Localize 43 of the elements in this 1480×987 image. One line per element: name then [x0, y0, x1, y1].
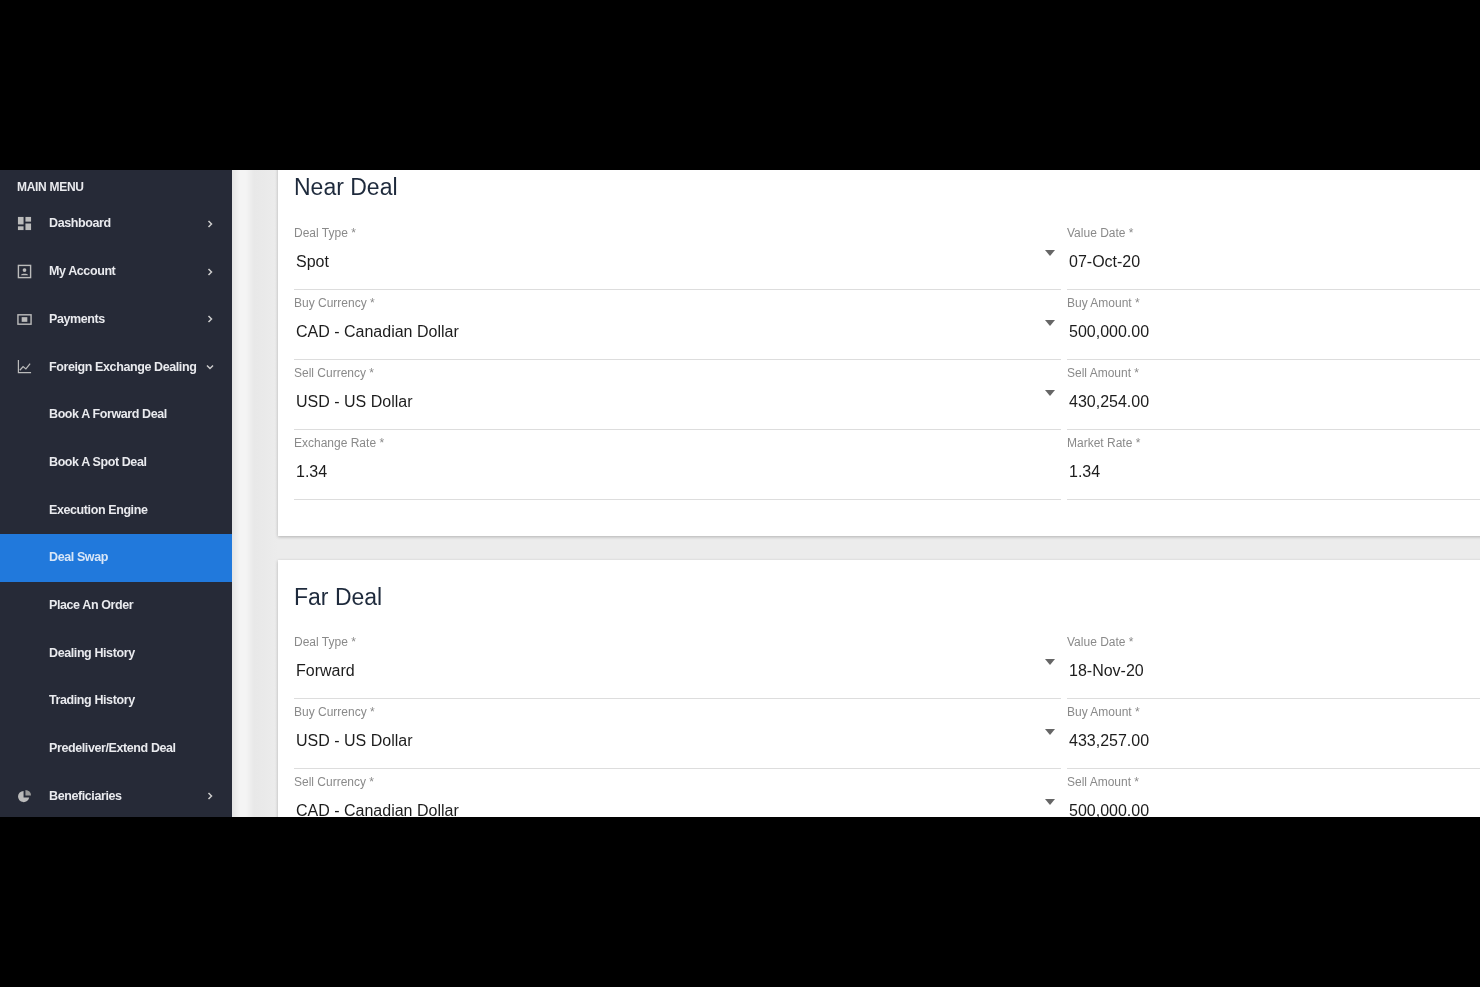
- banknote-icon: [17, 311, 32, 327]
- menu-heading: MAIN MENU: [16, 179, 85, 196]
- chevron-right-icon: [205, 314, 215, 325]
- input-field[interactable]: Buy Amount * 500,000.00: [1067, 289, 1480, 360]
- input-field[interactable]: Value Date * 18-Nov-20: [1067, 629, 1480, 700]
- dashboard-icon: [17, 216, 32, 232]
- sidebar-item[interactable]: My Account: [0, 247, 232, 296]
- input-field[interactable]: Market Rate * 1.34: [1067, 429, 1480, 500]
- caret-icon: [1045, 659, 1055, 666]
- sidebar-item[interactable]: Foreign Exchange Dealing: [0, 343, 232, 391]
- line-chart-icon: [17, 359, 32, 375]
- chevron-right-icon: [205, 218, 215, 229]
- sidebar-subitem[interactable]: Execution Engine: [0, 486, 232, 534]
- sidebar-subitem[interactable]: Dealing History: [0, 629, 232, 677]
- select-field[interactable]: Sell Currency * USD - US Dollar: [294, 359, 1061, 430]
- chevron-right-icon: [205, 266, 215, 277]
- sidebar-subitem[interactable]: Book A Forward Deal: [0, 390, 232, 439]
- sidebar-subitem[interactable]: Book A Spot Deal: [0, 438, 232, 487]
- select-field[interactable]: Deal Type * Spot: [294, 219, 1061, 290]
- sidebar-subitem[interactable]: Trading History: [0, 676, 232, 725]
- section-title: Near Deal: [294, 174, 398, 202]
- sidebar-item[interactable]: Beneficiaries: [0, 772, 232, 817]
- sidebar-subitem[interactable]: Predeliver/Extend Deal: [0, 724, 232, 773]
- caret-icon: [1045, 319, 1055, 326]
- select-field[interactable]: Deal Type * Forward: [294, 629, 1061, 700]
- section-title: Far Deal: [294, 583, 383, 612]
- pie-chart-icon: [17, 788, 32, 804]
- input-field[interactable]: Sell Amount * 430,254.00: [1067, 359, 1480, 430]
- sidebar-subitem[interactable]: Place An Order: [0, 581, 232, 630]
- account-icon: [17, 264, 32, 280]
- caret-icon: [1045, 389, 1055, 396]
- select-field[interactable]: Buy Currency * USD - US Dollar: [294, 699, 1061, 770]
- chevron-right-icon: [205, 791, 215, 802]
- input-field[interactable]: Buy Amount * 433,257.00: [1067, 699, 1480, 770]
- select-field[interactable]: Buy Currency * CAD - Canadian Dollar: [294, 289, 1061, 360]
- sidebar-item[interactable]: Dashboard: [0, 200, 232, 248]
- input-field[interactable]: Value Date * 07-Oct-20: [1067, 219, 1480, 290]
- sidebar-item[interactable]: Payments: [0, 295, 232, 344]
- caret-icon: [1045, 799, 1055, 806]
- input-field[interactable]: Exchange Rate * 1.34: [294, 429, 1061, 500]
- caret-icon: [1045, 729, 1055, 736]
- caret-icon: [1045, 249, 1055, 256]
- select-field[interactable]: Sell Currency * CAD - Canadian Dollar: [294, 769, 1061, 817]
